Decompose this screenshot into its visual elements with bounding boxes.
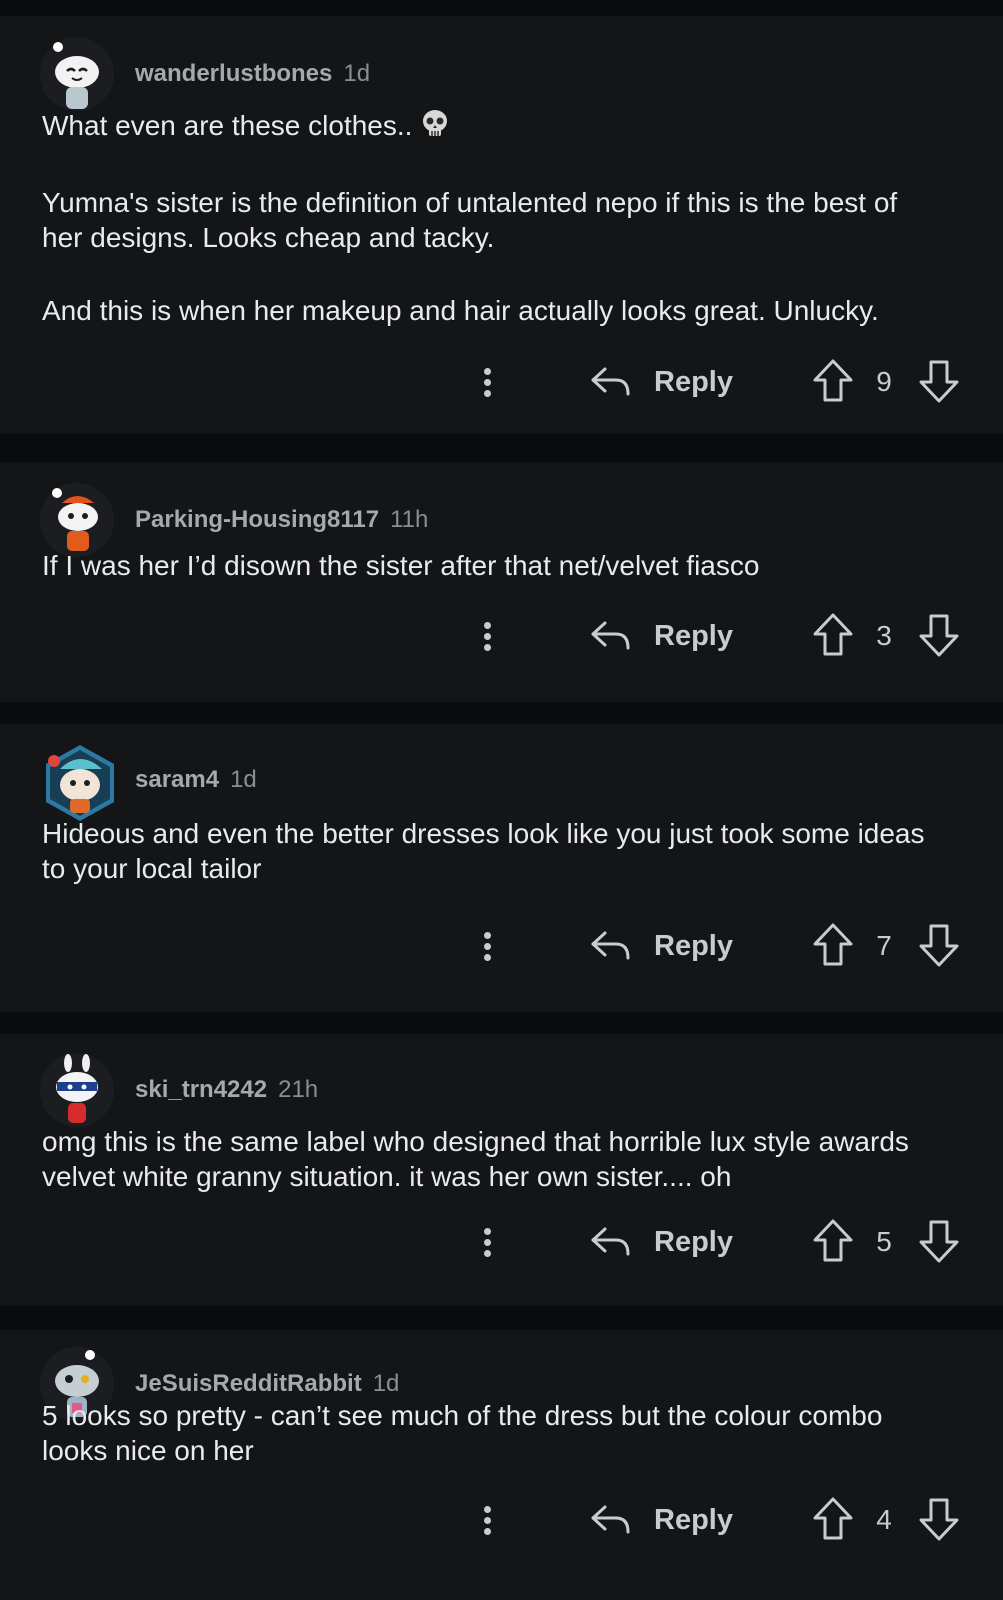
comment-age: 11h — [390, 506, 429, 533]
username[interactable]: JeSuisRedditRabbit — [135, 1370, 362, 1398]
snoo-avatar-icon — [40, 37, 114, 111]
upvote-button[interactable] — [812, 1496, 854, 1547]
downvote-arrow-icon — [919, 1220, 959, 1263]
comment-actions: Reply 4 — [0, 1494, 1003, 1544]
reply-label: Reply — [654, 1503, 733, 1536]
comment-paragraph: Hideous and even the better dresses look… — [42, 818, 925, 884]
user-avatar[interactable] — [40, 483, 114, 557]
upvote-arrow-icon — [813, 1219, 853, 1262]
comment-age: 1d — [372, 1370, 400, 1397]
comment-card: JeSuisRedditRabbit 1d 5 looks so pretty … — [0, 1330, 1003, 1600]
user-avatar[interactable] — [40, 37, 114, 111]
user-avatar[interactable] — [40, 743, 114, 821]
reply-arrow-icon — [591, 367, 630, 396]
comment-age: 1d — [343, 60, 371, 87]
username[interactable]: Parking-Housing8117 — [135, 506, 379, 534]
comment-header: Parking-Housing8117 11h — [40, 482, 428, 558]
upvote-button[interactable] — [812, 358, 854, 409]
comment-paragraph: omg this is the same label who designed … — [42, 1126, 909, 1192]
snoo-avatar-icon — [40, 483, 114, 557]
downvote-arrow-icon — [919, 1498, 959, 1541]
vote-score: 7 — [876, 930, 892, 961]
more-options-button[interactable] — [474, 616, 502, 656]
comment-body: What even are these clothes.. Yumna's si… — [42, 108, 943, 328]
hexagon-avatar-icon — [46, 745, 114, 821]
reply-button[interactable]: Reply — [590, 1218, 733, 1266]
downvote-button[interactable] — [918, 922, 960, 973]
user-avatar[interactable] — [40, 1053, 114, 1127]
reply-arrow-icon — [591, 621, 630, 650]
downvote-button[interactable] — [918, 1496, 960, 1547]
vote-score: 3 — [876, 620, 892, 651]
username[interactable]: ski_trn4242 — [135, 1076, 267, 1104]
more-options-button[interactable] — [474, 926, 502, 966]
reply-label: Reply — [654, 619, 733, 652]
comment-actions: Reply 5 — [0, 1216, 1003, 1266]
more-options-button[interactable] — [474, 1222, 502, 1262]
more-options-button[interactable] — [474, 362, 502, 402]
downvote-button[interactable] — [918, 1218, 960, 1269]
reply-label: Reply — [654, 929, 733, 962]
reply-arrow-icon — [591, 931, 630, 960]
reply-button[interactable]: Reply — [590, 612, 733, 660]
downvote-arrow-icon — [919, 614, 959, 657]
vote-score: 4 — [876, 1504, 892, 1535]
comment-card: saram4 1d Hideous and even the better dr… — [0, 724, 1003, 1012]
downvote-button[interactable] — [918, 612, 960, 663]
username[interactable]: wanderlustbones — [135, 60, 332, 88]
reply-arrow-icon — [591, 1227, 630, 1256]
comment-body: Hideous and even the better dresses look… — [42, 816, 943, 886]
username[interactable]: saram4 — [135, 766, 219, 794]
reply-label: Reply — [654, 1225, 733, 1258]
comment-age: 1d — [230, 766, 257, 793]
upvote-button[interactable] — [812, 1218, 854, 1269]
comment-feed: wanderlustbones 1d What even are these c… — [0, 0, 1003, 1600]
vote-score: 9 — [876, 366, 892, 397]
downvote-button[interactable] — [918, 358, 960, 409]
reply-arrow-icon — [591, 1505, 630, 1534]
more-options-button[interactable] — [474, 1500, 502, 1540]
comment-header: wanderlustbones 1d — [40, 36, 370, 112]
comment-paragraph: 5 looks so pretty - can’t see much of th… — [42, 1400, 883, 1466]
downvote-arrow-icon — [919, 924, 959, 967]
upvote-arrow-icon — [813, 613, 853, 656]
upvote-button[interactable] — [812, 922, 854, 973]
snoo-avatar-icon — [40, 1053, 114, 1127]
comment-body: If I was her I’d disown the sister after… — [42, 548, 943, 583]
comment-paragraph: What even are these clothes.. — [42, 108, 943, 147]
comment-actions: Reply 7 — [0, 920, 1003, 970]
comment-header: ski_trn4242 21h — [40, 1052, 318, 1128]
reply-label: Reply — [654, 365, 733, 398]
vote-score: 5 — [876, 1226, 892, 1257]
reply-button[interactable]: Reply — [590, 1496, 733, 1544]
comment-text: What even are these clothes.. — [42, 110, 413, 141]
comment-paragraph: And this is when her makeup and hair act… — [42, 295, 879, 326]
comment-actions: Reply 3 — [0, 610, 1003, 660]
comment-card: wanderlustbones 1d What even are these c… — [0, 16, 1003, 434]
upvote-button[interactable] — [812, 612, 854, 663]
skull-icon — [420, 109, 450, 147]
upvote-arrow-icon — [813, 359, 853, 402]
comment-card: Parking-Housing8117 11h If I was her I’d… — [0, 462, 1003, 702]
comment-actions: Reply 9 — [0, 356, 1003, 406]
upvote-arrow-icon — [813, 923, 853, 966]
reply-button[interactable]: Reply — [590, 358, 733, 406]
comment-body: omg this is the same label who designed … — [42, 1124, 943, 1194]
comment-paragraph: If I was her I’d disown the sister after… — [42, 550, 760, 581]
comment-body: 5 looks so pretty - can’t see much of th… — [42, 1398, 943, 1468]
comment-header: saram4 1d — [40, 742, 257, 821]
downvote-arrow-icon — [919, 360, 959, 403]
comment-paragraph: Yumna's sister is the definition of unta… — [42, 187, 898, 253]
comment-card: ski_trn4242 21h omg this is the same lab… — [0, 1034, 1003, 1306]
upvote-arrow-icon — [813, 1497, 853, 1540]
comment-age: 21h — [278, 1076, 319, 1103]
reply-button[interactable]: Reply — [590, 922, 733, 970]
